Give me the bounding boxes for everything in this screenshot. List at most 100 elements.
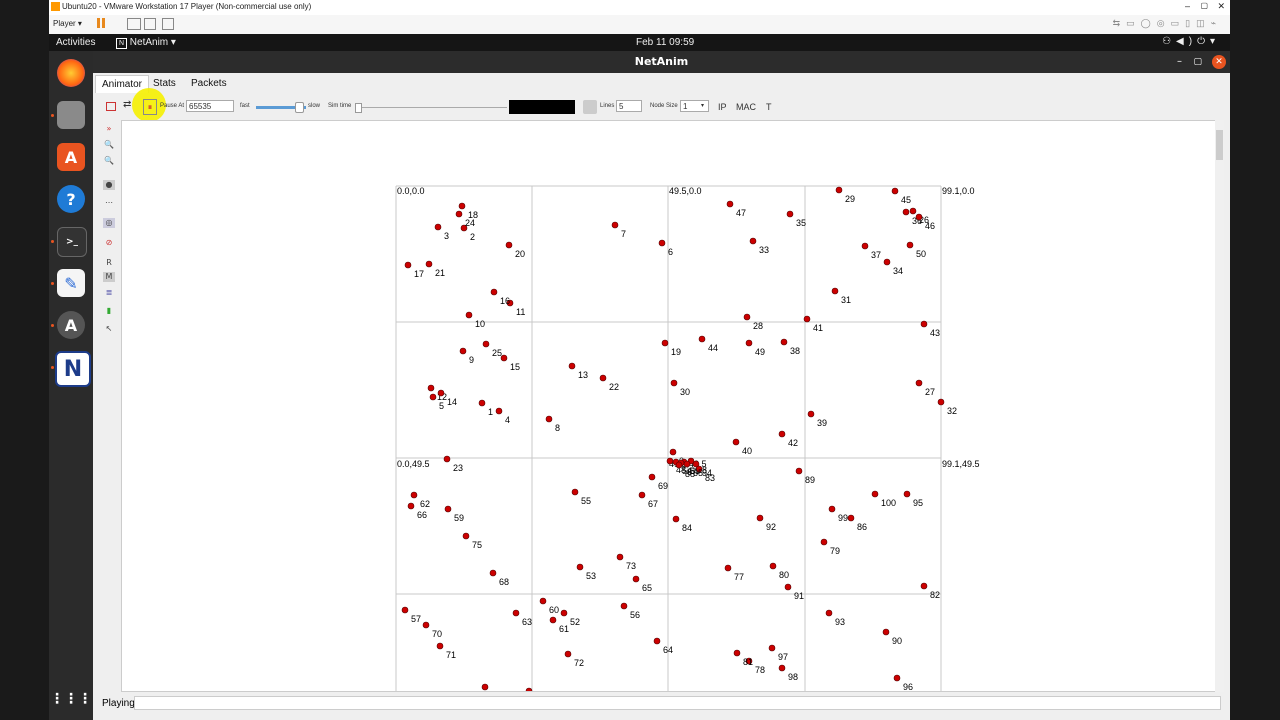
node-dot[interactable] xyxy=(462,532,470,540)
vm-close-button[interactable]: ✕ xyxy=(1217,1,1225,12)
node-67[interactable]: 67 xyxy=(638,491,658,509)
vertical-scrollbar[interactable] xyxy=(1215,120,1224,692)
node-29[interactable]: 29 xyxy=(835,186,855,204)
scrollbar-thumb[interactable] xyxy=(1216,130,1223,160)
node-dot[interactable] xyxy=(545,415,553,423)
node-dot[interactable] xyxy=(410,491,418,499)
node-21[interactable]: 21 xyxy=(425,260,445,278)
m-toggle[interactable]: M xyxy=(103,272,115,282)
node-41[interactable]: 41 xyxy=(803,315,823,333)
node-dot[interactable] xyxy=(576,563,584,571)
node-dot[interactable] xyxy=(871,490,879,498)
node-dot[interactable] xyxy=(675,461,683,469)
node-dot[interactable] xyxy=(425,260,433,268)
node-dot[interactable] xyxy=(733,649,741,657)
node-dot[interactable] xyxy=(459,347,467,355)
node-8[interactable]: 8 xyxy=(545,415,560,433)
node-dot[interactable] xyxy=(478,399,486,407)
node-20[interactable]: 20 xyxy=(505,241,525,259)
player-menu[interactable]: Player ▾ xyxy=(53,19,82,28)
node-61[interactable]: 61 xyxy=(549,616,569,634)
node-37[interactable]: 37 xyxy=(861,242,881,260)
node-79[interactable]: 79 xyxy=(820,538,840,556)
node-dot[interactable] xyxy=(778,664,786,672)
list-icon[interactable]: ≣ xyxy=(103,288,115,298)
node-63[interactable]: 63 xyxy=(512,609,532,627)
node-75[interactable]: 75 xyxy=(462,532,482,550)
node-27[interactable]: 27 xyxy=(915,379,935,397)
node-13[interactable]: 13 xyxy=(568,362,588,380)
node-84[interactable]: 84 xyxy=(672,515,692,533)
node-95[interactable]: 95 xyxy=(903,490,923,508)
node-dot[interactable] xyxy=(443,455,451,463)
node-44[interactable]: 44 xyxy=(698,335,718,353)
node-89[interactable]: 89 xyxy=(795,467,815,485)
node-100[interactable]: 100 xyxy=(871,490,896,508)
node-dot[interactable] xyxy=(795,467,803,475)
node-dot[interactable] xyxy=(732,438,740,446)
node-dot[interactable] xyxy=(882,628,890,636)
node-dot[interactable] xyxy=(564,650,572,658)
node-55[interactable]: 55 xyxy=(571,488,591,506)
show-nodes-icon[interactable]: ● xyxy=(103,180,115,190)
maximize-button[interactable]: ▢ xyxy=(1193,51,1202,73)
node-19[interactable]: 19 xyxy=(661,339,681,357)
node-10[interactable]: 10 xyxy=(465,311,485,329)
node-dot[interactable] xyxy=(429,393,437,401)
node-34[interactable]: 34 xyxy=(883,258,903,276)
show-apps-icon[interactable]: ⋮⋮⋮ xyxy=(50,685,92,713)
node-dot[interactable] xyxy=(784,583,792,591)
node-98[interactable]: 98 xyxy=(778,664,798,682)
node-dot[interactable] xyxy=(920,582,928,590)
node-dot[interactable] xyxy=(745,339,753,347)
node-dot[interactable] xyxy=(611,221,619,229)
vm-minimize-button[interactable]: – xyxy=(1185,1,1190,11)
node-dot[interactable] xyxy=(407,502,415,510)
node-dot[interactable] xyxy=(490,288,498,296)
sim-time-handle[interactable] xyxy=(355,103,362,113)
node-9[interactable]: 9 xyxy=(459,347,474,365)
node-dot[interactable] xyxy=(632,575,640,583)
node-90[interactable]: 90 xyxy=(882,628,902,646)
node-dot[interactable] xyxy=(883,258,891,266)
node-71[interactable]: 71 xyxy=(436,642,456,660)
node-91[interactable]: 91 xyxy=(784,583,804,601)
node-25[interactable]: 25 xyxy=(482,340,502,358)
node-dot[interactable] xyxy=(756,514,764,522)
node-3[interactable]: 3 xyxy=(434,223,449,241)
node-dot[interactable] xyxy=(672,515,680,523)
node-dot[interactable] xyxy=(692,460,700,468)
battery-icon[interactable]: ▮ xyxy=(103,306,115,316)
node-72[interactable]: 72 xyxy=(564,650,584,668)
node-dot[interactable] xyxy=(434,223,442,231)
node-23[interactable]: 23 xyxy=(443,455,463,473)
node-dot[interactable] xyxy=(525,687,533,692)
node-dot[interactable] xyxy=(560,609,568,617)
text-editor-icon[interactable]: ✎ xyxy=(57,269,85,297)
vm-maximize-button[interactable]: ▢ xyxy=(1200,1,1208,10)
node-dot[interactable] xyxy=(465,311,473,319)
node-size-select[interactable]: 1 xyxy=(680,100,709,112)
node-49[interactable]: 49 xyxy=(745,339,765,357)
close-button[interactable]: ✕ xyxy=(1212,55,1226,69)
node-dot[interactable] xyxy=(489,569,497,577)
pause-vm-icon[interactable] xyxy=(97,18,100,28)
node-73[interactable]: 73 xyxy=(616,553,636,571)
zoom-out-icon[interactable]: 🔍 xyxy=(103,156,115,166)
node-dot[interactable] xyxy=(724,564,732,572)
node-74[interactable]: 74 xyxy=(481,683,501,692)
node-7[interactable]: 7 xyxy=(611,221,626,239)
lines-spinbox[interactable]: 5 xyxy=(616,100,642,112)
node-dot[interactable] xyxy=(512,609,520,617)
node-60[interactable]: 60 xyxy=(539,597,559,615)
node-dot[interactable] xyxy=(670,379,678,387)
node-6[interactable]: 6 xyxy=(658,239,673,257)
node-dot[interactable] xyxy=(436,642,444,650)
no-entry-icon[interactable]: ⊘ xyxy=(103,238,115,248)
node-dot[interactable] xyxy=(831,287,839,295)
node-dot[interactable] xyxy=(937,398,945,406)
node-dot[interactable] xyxy=(920,320,928,328)
terminal-icon[interactable]: >_ xyxy=(57,227,87,257)
node-dot[interactable] xyxy=(549,616,557,624)
node-dot[interactable] xyxy=(658,239,666,247)
